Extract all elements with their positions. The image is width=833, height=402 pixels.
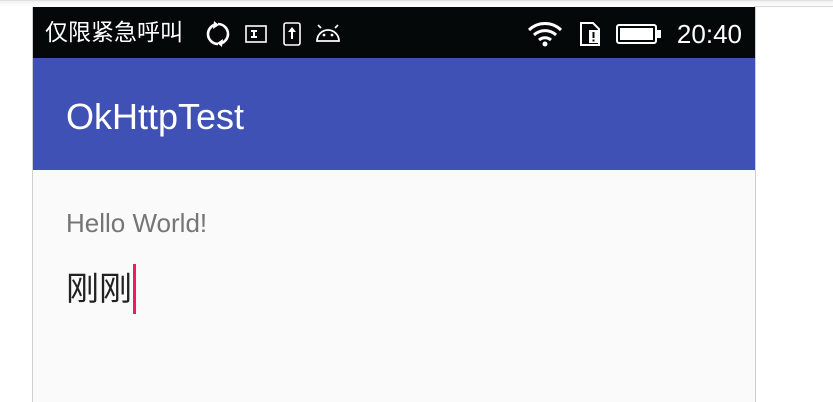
sync-icon: [205, 21, 231, 51]
battery-icon: [616, 23, 662, 49]
app-title: OkHttpTest: [66, 96, 245, 137]
wifi-icon: [527, 21, 563, 51]
app-toolbar: OkHttpTest: [33, 58, 755, 170]
status-bar: 仅限紧急呼叫 20:40: [33, 7, 755, 58]
text-input-field[interactable]: 刚刚: [66, 264, 136, 314]
phone-screen: 仅限紧急呼叫 20:40 OkHttpTest Hello World! 刚刚: [32, 7, 756, 402]
text-input-value[interactable]: 刚刚: [66, 269, 132, 309]
main-content: Hello World! 刚刚: [33, 170, 755, 402]
android-debug-icon: [314, 24, 342, 48]
carrier-label: 仅限紧急呼叫: [45, 20, 183, 46]
hello-text: Hello World!: [66, 208, 208, 238]
sim-no-service-icon: [578, 21, 602, 51]
status-clock: 20:40: [676, 19, 742, 49]
upload-notification-icon: [283, 22, 301, 50]
window-divider: [754, 6, 833, 7]
window-top-edge: [0, 0, 833, 7]
sim-card-icon: [245, 24, 267, 48]
text-cursor: [133, 264, 136, 314]
